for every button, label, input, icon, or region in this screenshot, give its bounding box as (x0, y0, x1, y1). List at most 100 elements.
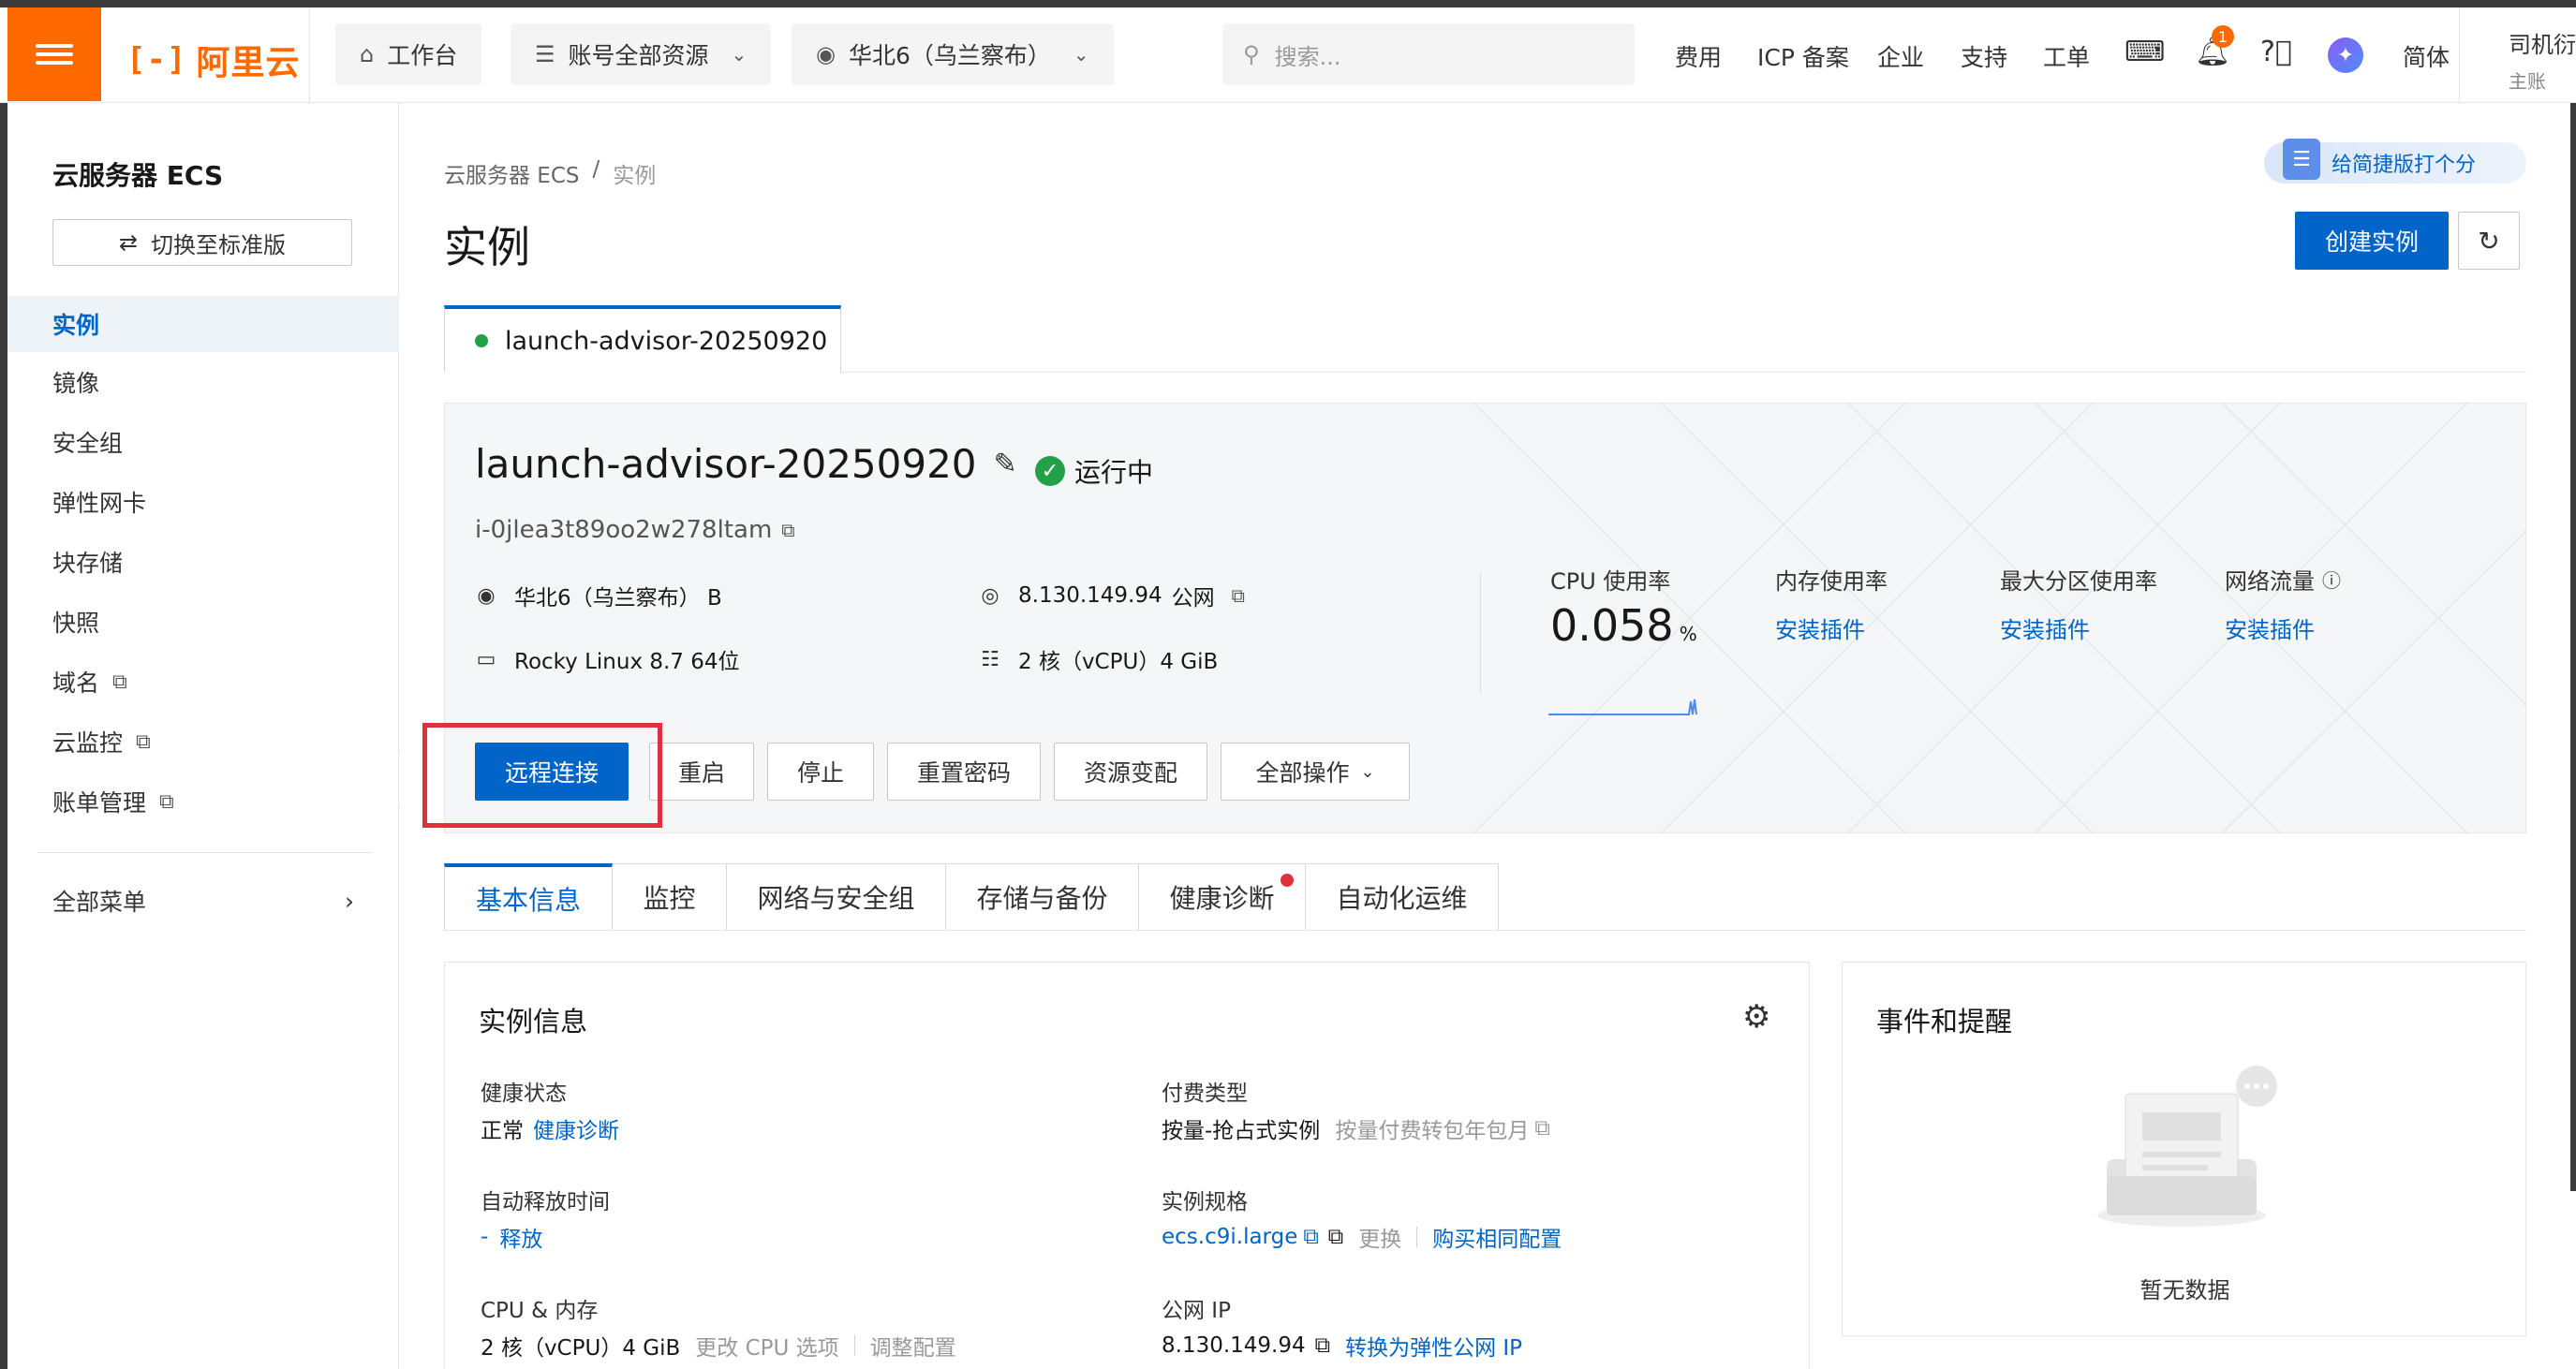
nav-enterprise[interactable]: 企业 (1877, 39, 1924, 73)
buy-same-config-link[interactable]: 购买相同配置 (1432, 1221, 1562, 1253)
sidebar-item-cloud-monitor[interactable]: 云监控 ⧉ (7, 714, 399, 770)
page-title: 实例 (444, 222, 530, 272)
instance-spec-link[interactable]: ecs.c9i.large (1162, 1225, 1297, 1249)
resize-button[interactable]: 资源变配 (1054, 743, 1207, 801)
cpu-usage-value: 0.058% (1550, 600, 1697, 651)
feedback-button[interactable]: ☰ 给简捷版打个分 (2264, 139, 2526, 184)
refresh-button[interactable]: ↻ (2458, 212, 2520, 270)
sidebar-item-security-groups[interactable]: 安全组 (7, 414, 399, 470)
user-account-menu[interactable]: 司机衍 主账 (2459, 7, 2576, 103)
health-status-text: 正常 (481, 1119, 524, 1143)
convert-eip-link[interactable]: 转换为弹性公网 IP (1345, 1330, 1522, 1362)
create-instance-button[interactable]: 创建实例 (2295, 212, 2449, 270)
install-plugin-network-link[interactable]: 安装插件 (2225, 611, 2315, 644)
convert-billing-link[interactable]: 按量付费转包年包月 (1335, 1112, 1529, 1144)
notification-dot (1281, 874, 1294, 887)
menu-icon (36, 39, 73, 69)
copy-icon[interactable]: ⧉ (1232, 584, 1245, 607)
all-menu-button[interactable]: 全部菜单 › (7, 873, 399, 929)
sliders-icon: ☷ (981, 647, 999, 671)
tab-monitoring[interactable]: 监控 (613, 863, 727, 931)
memory-usage-label: 内存使用率 (1775, 568, 1888, 595)
account-resources-dropdown[interactable]: ☰ 账号全部资源 ⌄ (511, 23, 772, 85)
health-diagnosis-link[interactable]: 健康诊断 (533, 1112, 619, 1144)
user-role: 主账 (2509, 70, 2546, 93)
billing-type-value: 按量-抢占式实例 按量付费转包年包月 ⧉ (1162, 1112, 1550, 1144)
sidebar-item-billing[interactable]: 账单管理 ⧉ (7, 773, 399, 830)
instance-tab[interactable]: launch-advisor-20250920 (444, 305, 841, 373)
nav-support[interactable]: 支持 (1961, 39, 2007, 73)
help-icon[interactable]: ?⃝ (2260, 36, 2292, 68)
all-operations-dropdown[interactable]: 全部操作 ⌄ (1221, 743, 1410, 801)
sidebar-item-label: 账单管理 (52, 789, 147, 817)
network-traffic-label: 网络流量 ⓘ (2225, 563, 2341, 596)
chevron-down-icon: ⌄ (731, 43, 748, 66)
zone-text: 华北6（乌兰察布） B (514, 586, 722, 611)
public-ip-suffix: 公网 (1171, 586, 1215, 611)
tab-basic-info[interactable]: 基本信息 (444, 863, 613, 931)
aliyun-logo[interactable]: [-] 阿里云 (126, 36, 300, 84)
copy-icon[interactable]: ⧉ (781, 519, 794, 541)
chevron-down-icon: ⌄ (1360, 761, 1375, 782)
tab-network-security[interactable]: 网络与安全组 (727, 863, 946, 931)
cpu-usage-number: 0.058 (1550, 600, 1674, 651)
instance-id-text: i-0jlea3t89oo2w278ltam (475, 516, 773, 544)
install-plugin-disk-link[interactable]: 安装插件 (2000, 611, 2090, 644)
workbench-button[interactable]: ⌂ 工作台 (335, 23, 482, 85)
events-title: 事件和提醒 (1876, 1006, 2013, 1038)
adjust-config-link[interactable]: 调整配置 (870, 1330, 956, 1362)
external-link-icon: ⧉ (112, 670, 127, 694)
sidebar-item-block-storage[interactable]: 块存储 (7, 534, 399, 590)
search-input[interactable]: ⚲ 搜索... (1222, 23, 1635, 85)
reset-password-button[interactable]: 重置密码 (887, 743, 1041, 801)
sidebar-item-images[interactable]: 镜像 (7, 354, 399, 410)
gear-icon[interactable]: ⚙ (1742, 998, 1770, 1036)
sidebar-item-snapshots[interactable]: 快照 (7, 594, 399, 650)
nav-billing[interactable]: 费用 (1675, 39, 1722, 73)
edit-icon[interactable]: ✎ (994, 448, 1017, 480)
install-plugin-memory-link[interactable]: 安装插件 (1775, 611, 1865, 644)
breadcrumb-ecs[interactable]: 云服务器 ECS (444, 157, 580, 189)
ai-assistant-icon[interactable]: ✦ (2328, 37, 2363, 73)
logo-text: 阿里云 (196, 44, 301, 82)
sidebar-item-domains[interactable]: 域名 ⧉ (7, 654, 399, 710)
instance-tab-label: launch-advisor-20250920 (505, 326, 828, 356)
divider (37, 852, 373, 853)
sidebar-title: 云服务器 ECS (52, 160, 224, 191)
nav-ticket[interactable]: 工单 (2043, 39, 2090, 73)
divider (309, 7, 310, 103)
sidebar-item-eni[interactable]: 弹性网卡 (7, 474, 399, 530)
copy-icon[interactable]: ⧉ (1328, 1225, 1343, 1249)
release-link[interactable]: 释放 (499, 1221, 542, 1253)
nav-icp[interactable]: ICP 备案 (1757, 39, 1849, 73)
restart-button[interactable]: 重启 (649, 743, 754, 801)
cpu-memory-value: 2 核（vCPU）4 GiB 更改 CPU 选项 调整配置 (481, 1330, 956, 1362)
empty-inbox-icon (2097, 1066, 2277, 1227)
change-spec-link[interactable]: 更换 (1358, 1221, 1401, 1253)
sidebar-item-label: 域名 (52, 670, 100, 697)
stop-button[interactable]: 停止 (767, 743, 874, 801)
public-ip-info: ◎ 8.130.149.94 公网 ⧉ (979, 580, 1245, 611)
search-placeholder: 搜索... (1274, 43, 1341, 70)
external-link-icon[interactable]: ⧉ (1303, 1225, 1318, 1249)
spec-text: 2 核（vCPU）4 GiB (1018, 650, 1219, 674)
instance-info-title: 实例信息 (479, 1006, 588, 1038)
tab-storage-backup[interactable]: 存储与备份 (946, 863, 1139, 931)
tab-health-diagnosis-label: 健康诊断 (1169, 883, 1275, 914)
help-icon[interactable]: ⓘ (2322, 566, 2341, 593)
switch-edition-button[interactable]: ⇄ 切换至标准版 (52, 219, 352, 266)
external-link-icon: ⧉ (136, 729, 151, 754)
target-icon: ◎ (981, 583, 999, 608)
hamburger-menu-button[interactable] (7, 7, 101, 101)
change-cpu-options-link[interactable]: 更改 CPU 选项 (695, 1330, 838, 1362)
breadcrumb-separator: / (592, 157, 600, 182)
main-content: 云服务器 ECS / 实例 ☰ 给简捷版打个分 实例 创建实例 ↻ launch… (400, 103, 2570, 1369)
sidebar-item-instances[interactable]: 实例 (7, 296, 399, 352)
tab-health-diagnosis[interactable]: 健康诊断 (1139, 863, 1306, 931)
detail-tabs: 基本信息 监控 网络与安全组 存储与备份 健康诊断 自动化运维 (444, 863, 1499, 931)
copy-icon[interactable]: ⧉ (1315, 1333, 1330, 1358)
region-dropdown[interactable]: ◉ 华北6（乌兰察布） ⌄ (792, 23, 1114, 85)
terminal-icon[interactable]: ⌨ (2124, 36, 2165, 68)
tab-automation[interactable]: 自动化运维 (1306, 863, 1499, 931)
language-switch[interactable]: 简体 (2403, 39, 2450, 73)
